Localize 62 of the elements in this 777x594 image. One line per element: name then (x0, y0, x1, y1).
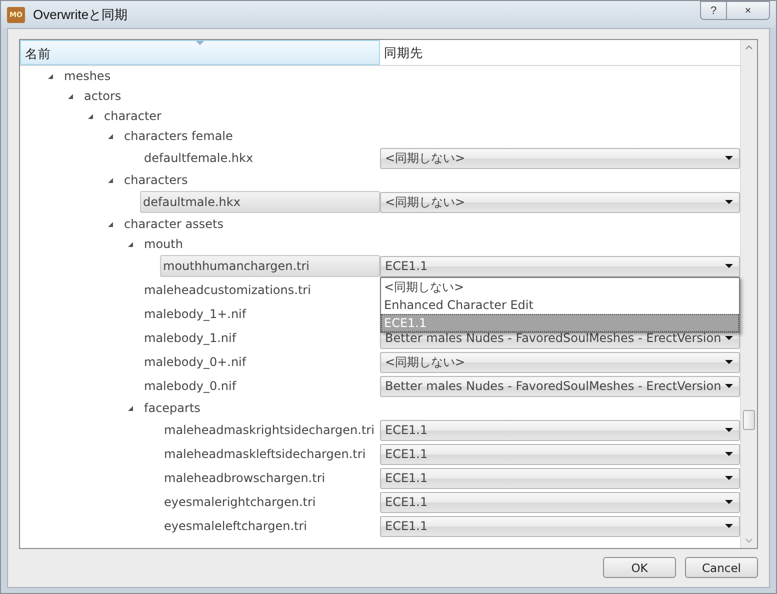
dropdown-option[interactable]: <同期しない> (381, 278, 739, 296)
dropdown-option[interactable]: Enhanced Character Edit (381, 296, 739, 314)
tree-item[interactable]: characters female (122, 126, 235, 146)
dropdown-arrow-icon (725, 360, 733, 364)
tree-item[interactable]: maleheadmaskleftsidechargen.tri (162, 444, 368, 464)
dropdown-arrow-icon (725, 384, 733, 388)
dropdown-arrow-icon (725, 524, 733, 528)
expander-icon[interactable] (68, 94, 73, 98)
window-title: Overwriteと同期 (33, 6, 129, 24)
dropdown-arrow-icon (725, 264, 733, 268)
target-dropdown[interactable]: <同期しない> (380, 352, 740, 372)
dropdown-arrow-icon (725, 452, 733, 456)
scroll-thumb[interactable] (743, 410, 755, 430)
tree-item[interactable]: malebody_1.nif (142, 328, 238, 348)
target-dropdown[interactable]: <同期しない> (380, 148, 740, 168)
expander-icon[interactable] (108, 222, 113, 226)
dropdown-arrow-icon (725, 200, 733, 204)
target-dropdown[interactable]: <同期しない> (380, 192, 740, 212)
tree-item[interactable]: characters (122, 170, 190, 190)
tree-item[interactable]: actors (82, 86, 124, 106)
scrollbar[interactable] (740, 40, 757, 548)
tree-item[interactable]: mouthhumanchargen.tri (160, 255, 380, 277)
tree-item[interactable]: character assets (122, 214, 226, 234)
target-dropdown[interactable]: ECE1.1 (380, 492, 740, 512)
dropdown-arrow-icon (725, 500, 733, 504)
tree-item[interactable]: defaultfemale.hkx (142, 148, 256, 168)
tree-item[interactable]: meshes (62, 66, 113, 86)
expander-icon[interactable] (108, 134, 113, 138)
expander-icon[interactable] (128, 242, 133, 246)
expander-icon[interactable] (108, 178, 113, 182)
column-header[interactable]: 名前 (20, 40, 380, 65)
target-dropdown[interactable]: ECE1.1 (380, 468, 740, 488)
tree-item[interactable]: maleheadmaskrightsidechargen.tri (162, 420, 376, 440)
expander-icon[interactable] (128, 406, 133, 410)
target-dropdown[interactable]: ECE1.1 (380, 420, 740, 440)
column-header[interactable]: 同期先 (380, 40, 740, 65)
tree-item[interactable]: maleheadbrowschargen.tri (162, 468, 328, 488)
target-dropdown[interactable]: Better males Nudes - FavoredSoulMeshes - ErectVersion (380, 376, 740, 396)
help-button[interactable]: ? (700, 1, 727, 20)
tree-item[interactable]: character (102, 106, 164, 126)
tree-item[interactable]: faceparts (142, 398, 202, 418)
dialog-button[interactable]: Cancel (685, 557, 758, 578)
expander-icon[interactable] (48, 74, 53, 78)
tree-item[interactable]: malebody_0.nif (142, 376, 238, 396)
target-dropdown[interactable]: ECE1.1 (380, 444, 740, 464)
close-button[interactable]: × (727, 1, 770, 20)
target-dropdown[interactable]: ECE1.1 (380, 516, 740, 536)
tree-item[interactable]: maleheadcustomizations.tri (142, 280, 313, 300)
dropdown-arrow-icon (725, 156, 733, 160)
target-dropdown[interactable]: ECE1.1 (380, 256, 740, 276)
tree-item[interactable]: defaultmale.hkx (140, 191, 380, 213)
dropdown-arrow-icon (725, 476, 733, 480)
expander-icon[interactable] (88, 114, 93, 118)
tree-item[interactable]: malebody_0+.nif (142, 352, 248, 372)
sort-indicator-icon (196, 41, 204, 45)
tree-item[interactable]: mouth (142, 234, 185, 254)
dropdown-arrow-icon (725, 336, 733, 340)
tree-item[interactable]: eyesmalerightchargen.tri (162, 492, 318, 512)
dropdown-arrow-icon (725, 428, 733, 432)
tree-item[interactable]: eyesmaleleftchargen.tri (162, 516, 309, 536)
tree-item[interactable]: malebody_1+.nif (142, 304, 248, 324)
dialog-button[interactable]: OK (603, 557, 676, 578)
